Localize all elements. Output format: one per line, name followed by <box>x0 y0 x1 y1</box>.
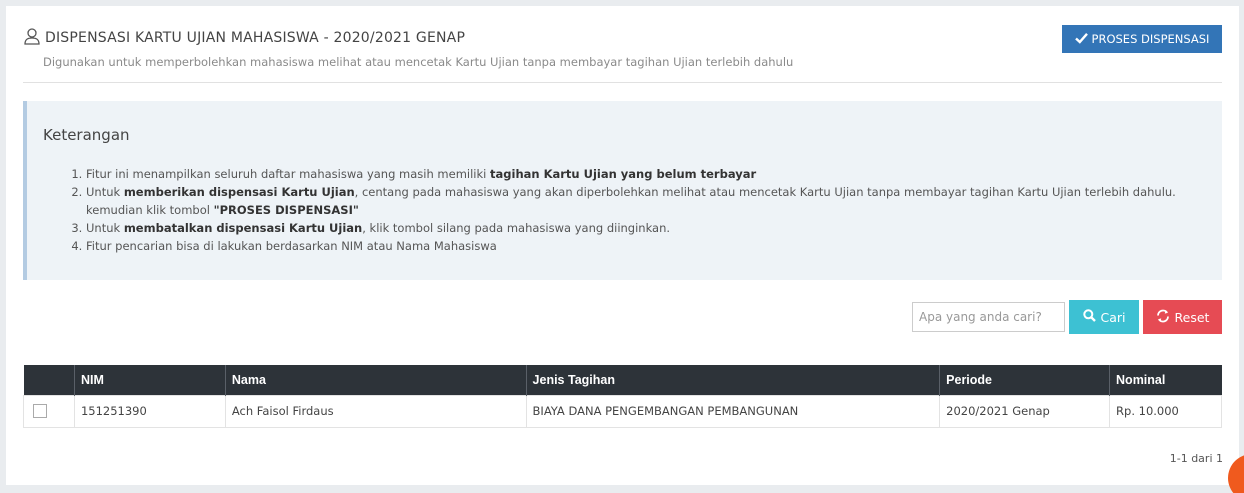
info-item-3: Untuk membatalkan dispensasi Kartu Ujian… <box>86 219 1206 237</box>
table-row: 151251390 Ach Faisol Firdaus BIAYA DANA … <box>23 394 1222 428</box>
info-item-1: Fitur ini menampilkan seluruh daftar mah… <box>86 165 1206 183</box>
header-divider <box>23 82 1222 83</box>
header-nim: NIM <box>74 365 226 395</box>
info-item-3-bold: membatalkan dispensasi Kartu Ujian <box>123 221 363 235</box>
reset-label: Reset <box>1174 309 1210 325</box>
row-select-cell <box>23 394 75 428</box>
cari-label: Cari <box>1100 309 1126 325</box>
tagihan-table: NIM Nama Jenis Tagihan Periode Nominal 1… <box>23 365 1222 428</box>
header-nama: Nama <box>225 365 527 395</box>
info-item-4-text: Fitur pencarian bisa di lakukan berdasar… <box>86 239 497 253</box>
info-heading: Keterangan <box>43 126 130 144</box>
user-icon <box>23 27 45 49</box>
main-card: DISPENSASI KARTU UJIAN MAHASISWA - 2020/… <box>6 6 1239 485</box>
proses-dispensasi-label: PROSES DISPENSASI <box>1091 32 1210 46</box>
header-jenis-tagihan: Jenis Tagihan <box>526 365 941 395</box>
info-item-2-bold-a: memberikan dispensasi Kartu Ujian <box>123 185 355 199</box>
cell-jenis-tagihan: BIAYA DANA PENGEMBANGAN PEMBANGUNAN <box>525 394 941 428</box>
header-select <box>23 365 75 395</box>
search-input[interactable] <box>912 302 1065 332</box>
info-item-3-text-a: Untuk <box>86 221 124 235</box>
cell-nama: Ach Faisol Firdaus <box>224 394 527 428</box>
page-header: DISPENSASI KARTU UJIAN MAHASISWA - 2020/… <box>23 27 1223 69</box>
title-row: DISPENSASI KARTU UJIAN MAHASISWA - 2020/… <box>23 27 1223 49</box>
table-header-row: NIM Nama Jenis Tagihan Periode Nominal <box>23 365 1222 395</box>
info-panel: Keterangan Fitur ini menampilkan seluruh… <box>23 101 1222 280</box>
info-item-2-bold-b: "PROSES DISPENSASI" <box>213 203 359 217</box>
cell-nim: 151251390 <box>73 394 226 428</box>
cell-nominal: Rp. 10.000 <box>1109 394 1222 428</box>
info-item-2: Untuk memberikan dispensasi Kartu Ujian,… <box>86 183 1206 219</box>
info-item-1-text: Fitur ini menampilkan seluruh daftar mah… <box>86 167 491 181</box>
info-list: Fitur ini menampilkan seluruh daftar mah… <box>86 165 1206 255</box>
header-nominal: Nominal <box>1116 372 1166 387</box>
page-subtitle: Digunakan untuk memperbolehkan mahasiswa… <box>43 55 794 69</box>
info-item-1-bold: tagihan Kartu Ujian yang belum terbayar <box>490 167 757 181</box>
info-item-2-text-a: Untuk <box>86 185 124 199</box>
cari-button[interactable]: Cari <box>1069 300 1139 334</box>
info-item-3-text-b: , klik tombol silang pada mahasiswa yang… <box>362 221 671 235</box>
pagination-info: 1-1 dari 1 <box>1169 452 1223 465</box>
info-item-4: Fitur pencarian bisa di lakukan berdasar… <box>86 237 1206 255</box>
search-icon <box>1082 309 1101 325</box>
refresh-icon <box>1156 309 1175 326</box>
page-title: DISPENSASI KARTU UJIAN MAHASISWA - 2020/… <box>45 30 466 46</box>
reset-button[interactable]: Reset <box>1143 300 1222 334</box>
header-periode: Periode <box>939 365 1111 395</box>
row-checkbox[interactable] <box>33 404 47 419</box>
cell-periode: 2020/2021 Genap <box>939 394 1111 428</box>
check-icon <box>1074 32 1092 47</box>
proses-dispensasi-button[interactable]: PROSES DISPENSASI <box>1062 25 1222 53</box>
